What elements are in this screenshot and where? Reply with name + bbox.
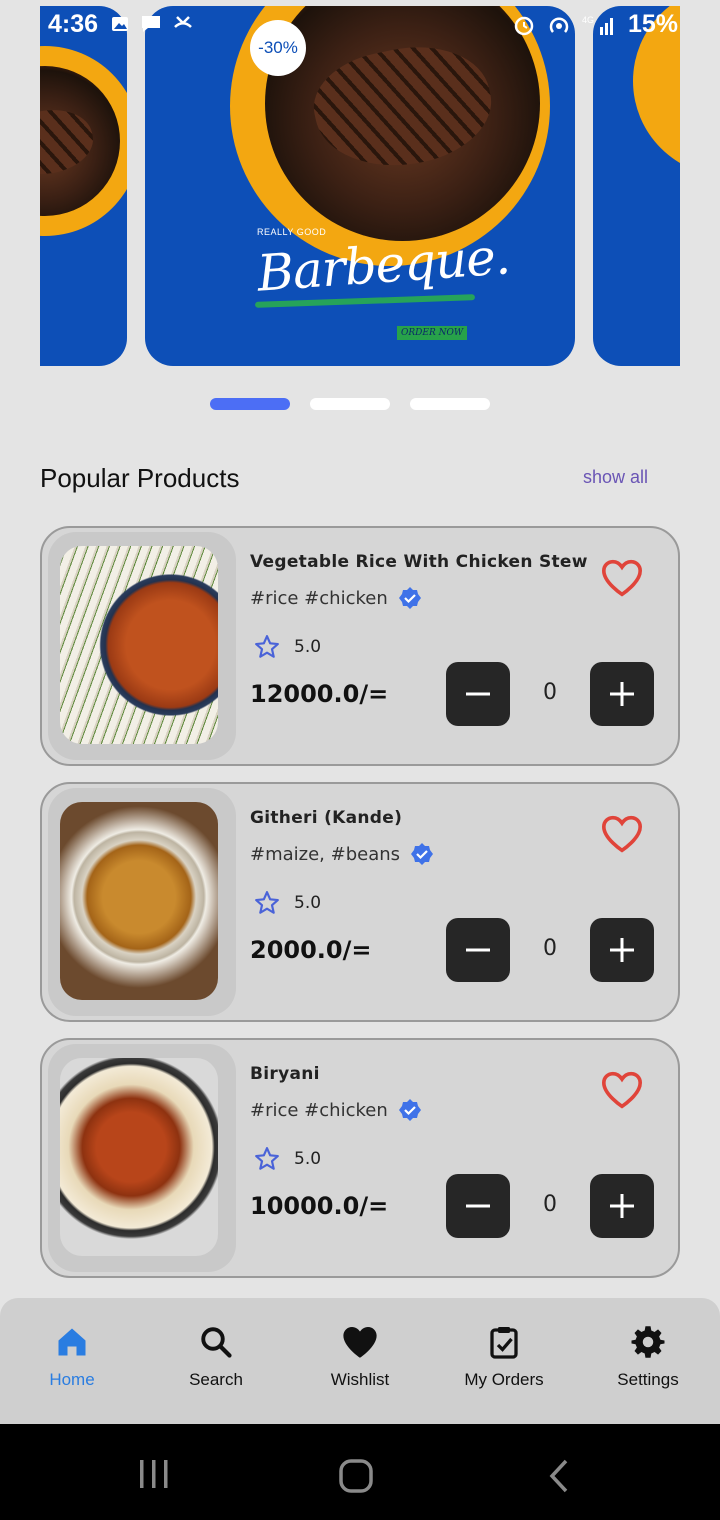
nav-item-wishlist[interactable]: Wishlist xyxy=(288,1298,432,1424)
nav-item-my-orders[interactable]: My Orders xyxy=(432,1298,576,1424)
clipboard-check-icon xyxy=(490,1327,518,1359)
product-thumbnail-frame xyxy=(48,532,236,760)
product-image xyxy=(60,546,218,744)
section-title: Popular Products xyxy=(40,463,240,493)
plus-icon xyxy=(610,938,634,962)
star-icon xyxy=(255,891,279,914)
product-name: Githeri (Kande) xyxy=(250,808,403,828)
product-tags: #maize, #beans xyxy=(250,842,434,866)
wishlist-heart-icon[interactable] xyxy=(600,814,644,858)
product-tags: #rice #chicken xyxy=(250,586,422,610)
promo-carousel[interactable]: REALLY GOOD Barbeque. ORDER NOW -30% xyxy=(0,0,720,370)
product-thumbnail-frame xyxy=(48,788,236,1016)
product-name: Biryani xyxy=(250,1064,320,1084)
carousel-slide-next[interactable] xyxy=(593,6,680,366)
product-tags-text: #rice #chicken xyxy=(250,1099,388,1121)
product-card[interactable]: Githeri (Kande) #maize, #beans 5.0 2000.… xyxy=(40,782,680,1022)
product-image xyxy=(60,802,218,1000)
wishlist-heart-icon[interactable] xyxy=(600,1070,644,1114)
decrease-quantity-button[interactable] xyxy=(446,918,510,982)
product-tags: #rice #chicken xyxy=(250,1098,422,1122)
nav-label: Home xyxy=(49,1370,95,1389)
star-icon xyxy=(255,635,279,658)
product-rating: 5.0 xyxy=(254,634,321,660)
promo-order-now-button[interactable]: ORDER NOW xyxy=(397,326,468,340)
svg-text:4G: 4G xyxy=(582,15,594,25)
nav-label: My Orders xyxy=(464,1370,544,1389)
battery-level: 15% xyxy=(627,10,678,38)
quantity-value: 0 xyxy=(543,680,557,705)
image-notification-icon xyxy=(112,17,128,31)
quantity-value: 0 xyxy=(543,936,557,961)
increase-quantity-button[interactable] xyxy=(590,662,654,726)
product-price: 12000.0/= xyxy=(250,680,389,708)
promo-title: Barbeque. xyxy=(255,227,512,303)
system-navigation-bar xyxy=(0,1424,720,1520)
product-rating: 5.0 xyxy=(254,1146,321,1172)
product-thumbnail-frame xyxy=(48,1044,236,1272)
show-all-link[interactable]: show all xyxy=(583,467,648,488)
carousel-slide-previous[interactable] xyxy=(40,6,127,366)
decrease-quantity-button[interactable] xyxy=(446,662,510,726)
minus-icon xyxy=(466,1204,490,1208)
nav-item-search[interactable]: Search xyxy=(144,1298,288,1424)
star-icon xyxy=(255,1147,279,1170)
carousel-slide-current[interactable]: REALLY GOOD Barbeque. ORDER NOW xyxy=(145,6,575,366)
nav-label: Search xyxy=(189,1370,243,1389)
heart-icon xyxy=(343,1326,377,1358)
nav-item-home[interactable]: Home xyxy=(0,1298,144,1424)
rating-value: 5.0 xyxy=(294,893,322,913)
discount-badge: -30% xyxy=(250,20,306,76)
rating-value: 5.0 xyxy=(294,1149,322,1169)
status-notification-icons xyxy=(110,14,194,34)
product-card[interactable]: Biryani #rice #chicken 5.0 10000.0/= 0 xyxy=(40,1038,680,1278)
home-button-icon[interactable] xyxy=(338,1458,374,1494)
verified-badge-icon xyxy=(398,587,421,609)
recent-apps-icon[interactable] xyxy=(136,1458,172,1490)
product-tags-text: #rice #chicken xyxy=(250,587,388,609)
verified-badge-icon xyxy=(411,843,434,865)
wishlist-heart-icon[interactable] xyxy=(600,558,644,602)
promo-tagline: REALLY GOOD xyxy=(257,227,327,237)
alarm-icon xyxy=(514,16,534,35)
product-tags-text: #maize, #beans xyxy=(250,843,401,865)
product-name: Vegetable Rice With Chicken Stew xyxy=(250,552,588,572)
plus-icon xyxy=(610,1194,634,1218)
home-icon xyxy=(58,1328,86,1356)
nav-label: Wishlist xyxy=(330,1370,390,1389)
decrease-quantity-button[interactable] xyxy=(446,1174,510,1238)
carousel-dot[interactable] xyxy=(210,398,290,410)
nav-label: Settings xyxy=(617,1370,679,1389)
product-card[interactable]: Vegetable Rice With Chicken Stew #rice #… xyxy=(40,526,680,766)
search-icon xyxy=(201,1327,232,1358)
increase-quantity-button[interactable] xyxy=(590,1174,654,1238)
product-price: 2000.0/= xyxy=(250,936,372,964)
rating-value: 5.0 xyxy=(294,637,322,657)
minus-icon xyxy=(466,948,490,952)
status-time: 4:36 xyxy=(48,10,99,38)
gear-icon xyxy=(631,1326,665,1358)
minus-icon xyxy=(466,692,490,696)
carousel-dot[interactable] xyxy=(410,398,490,410)
product-price: 10000.0/= xyxy=(250,1192,389,1220)
status-system-icons: 4G 15% xyxy=(512,10,678,39)
message-notification-icon xyxy=(142,16,160,32)
verified-badge-icon xyxy=(398,1099,421,1121)
bottom-navigation: Home Search Wishlist My Orders Settings xyxy=(0,1298,720,1424)
signal-icon: 4G xyxy=(582,15,613,35)
back-icon[interactable] xyxy=(544,1458,572,1494)
product-image xyxy=(60,1058,218,1256)
hotspot-icon xyxy=(549,16,569,33)
product-rating: 5.0 xyxy=(254,890,321,916)
quantity-value: 0 xyxy=(543,1192,557,1217)
missed-call-icon xyxy=(174,16,192,28)
increase-quantity-button[interactable] xyxy=(590,918,654,982)
carousel-dot[interactable] xyxy=(310,398,390,410)
carousel-indicator xyxy=(210,398,490,410)
nav-item-settings[interactable]: Settings xyxy=(576,1298,720,1424)
plus-icon xyxy=(610,682,634,706)
